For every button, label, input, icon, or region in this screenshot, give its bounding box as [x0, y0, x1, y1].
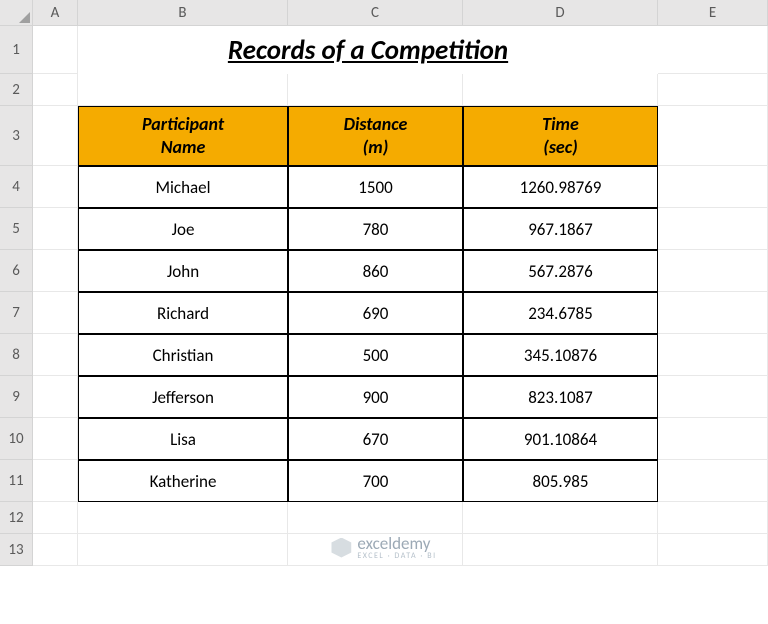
cell-C2[interactable]: [288, 74, 463, 106]
row-header-5[interactable]: 5: [0, 208, 33, 250]
table-row[interactable]: Katherine: [78, 460, 288, 502]
cell-E5[interactable]: [658, 208, 768, 250]
cell-C12[interactable]: [288, 502, 463, 534]
spreadsheet-grid: A B C D E 1 Records of a Competition 2 3…: [0, 0, 768, 624]
cell-E4[interactable]: [658, 166, 768, 208]
table-row[interactable]: Richard: [78, 292, 288, 334]
row-header-7[interactable]: 7: [0, 292, 33, 334]
page-title: Records of a Competition: [78, 26, 658, 74]
logo-icon: [331, 538, 351, 558]
select-all-corner[interactable]: [0, 0, 33, 26]
table-row[interactable]: Joe: [78, 208, 288, 250]
table-header-name[interactable]: Participant Name: [78, 106, 288, 166]
cell-B12[interactable]: [78, 502, 288, 534]
table-row[interactable]: 670: [288, 418, 463, 460]
cell-A3[interactable]: [33, 106, 78, 166]
table-row[interactable]: 860: [288, 250, 463, 292]
row-header-1[interactable]: 1: [0, 26, 33, 74]
table-row[interactable]: 967.1867: [463, 208, 658, 250]
cell-A9[interactable]: [33, 376, 78, 418]
cell-E3[interactable]: [658, 106, 768, 166]
cell-A5[interactable]: [33, 208, 78, 250]
cell-E13[interactable]: [658, 534, 768, 566]
cell-E11[interactable]: [658, 460, 768, 502]
row-header-10[interactable]: 10: [0, 418, 33, 460]
table-row[interactable]: 500: [288, 334, 463, 376]
row-header-4[interactable]: 4: [0, 166, 33, 208]
table-row[interactable]: Lisa: [78, 418, 288, 460]
table-row[interactable]: Jefferson: [78, 376, 288, 418]
table-header-distance[interactable]: Distance (m): [288, 106, 463, 166]
cell-D2[interactable]: [463, 74, 658, 106]
cell-A12[interactable]: [33, 502, 78, 534]
cell-A6[interactable]: [33, 250, 78, 292]
row-header-12[interactable]: 12: [0, 502, 33, 534]
cell-A13[interactable]: [33, 534, 78, 566]
cell-A8[interactable]: [33, 334, 78, 376]
cell-A11[interactable]: [33, 460, 78, 502]
cell-E8[interactable]: [658, 334, 768, 376]
table-row[interactable]: 900: [288, 376, 463, 418]
table-row[interactable]: 823.1087: [463, 376, 658, 418]
cell-A7[interactable]: [33, 292, 78, 334]
table-row[interactable]: 805.985: [463, 460, 658, 502]
row-header-6[interactable]: 6: [0, 250, 33, 292]
table-row[interactable]: Michael: [78, 166, 288, 208]
col-header-C[interactable]: C: [288, 0, 463, 26]
cell-D13[interactable]: [463, 534, 658, 566]
col-header-B[interactable]: B: [78, 0, 288, 26]
col-header-D[interactable]: D: [463, 0, 658, 26]
col-header-A[interactable]: A: [33, 0, 78, 26]
cell-E12[interactable]: [658, 502, 768, 534]
watermark-tag: EXCEL · DATA · BI: [357, 552, 436, 560]
watermark-brand: exceldemy: [357, 535, 436, 552]
row-header-13[interactable]: 13: [0, 534, 33, 566]
cell-B2[interactable]: [78, 74, 288, 106]
table-row[interactable]: 901.10864: [463, 418, 658, 460]
cell-A4[interactable]: [33, 166, 78, 208]
row-header-8[interactable]: 8: [0, 334, 33, 376]
cell-A1[interactable]: [33, 26, 78, 74]
cell-E9[interactable]: [658, 376, 768, 418]
table-row[interactable]: 234.6785: [463, 292, 658, 334]
cell-E10[interactable]: [658, 418, 768, 460]
cell-E7[interactable]: [658, 292, 768, 334]
table-row[interactable]: 780: [288, 208, 463, 250]
cell-A10[interactable]: [33, 418, 78, 460]
row-header-2[interactable]: 2: [0, 74, 33, 106]
cell-D12[interactable]: [463, 502, 658, 534]
table-row[interactable]: Christian: [78, 334, 288, 376]
cell-E6[interactable]: [658, 250, 768, 292]
col-header-E[interactable]: E: [658, 0, 768, 26]
cell-E1[interactable]: [658, 26, 768, 74]
row-header-9[interactable]: 9: [0, 376, 33, 418]
cell-A2[interactable]: [33, 74, 78, 106]
table-header-time[interactable]: Time (sec): [463, 106, 658, 166]
table-row[interactable]: 700: [288, 460, 463, 502]
row-header-11[interactable]: 11: [0, 460, 33, 502]
table-row[interactable]: 345.10876: [463, 334, 658, 376]
table-row[interactable]: 1500: [288, 166, 463, 208]
table-row[interactable]: John: [78, 250, 288, 292]
row-header-3[interactable]: 3: [0, 106, 33, 166]
watermark: exceldemy EXCEL · DATA · BI: [331, 535, 436, 560]
cell-B13[interactable]: [78, 534, 288, 566]
table-row[interactable]: 567.2876: [463, 250, 658, 292]
table-row[interactable]: 690: [288, 292, 463, 334]
cell-E2[interactable]: [658, 74, 768, 106]
table-row[interactable]: 1260.98769: [463, 166, 658, 208]
